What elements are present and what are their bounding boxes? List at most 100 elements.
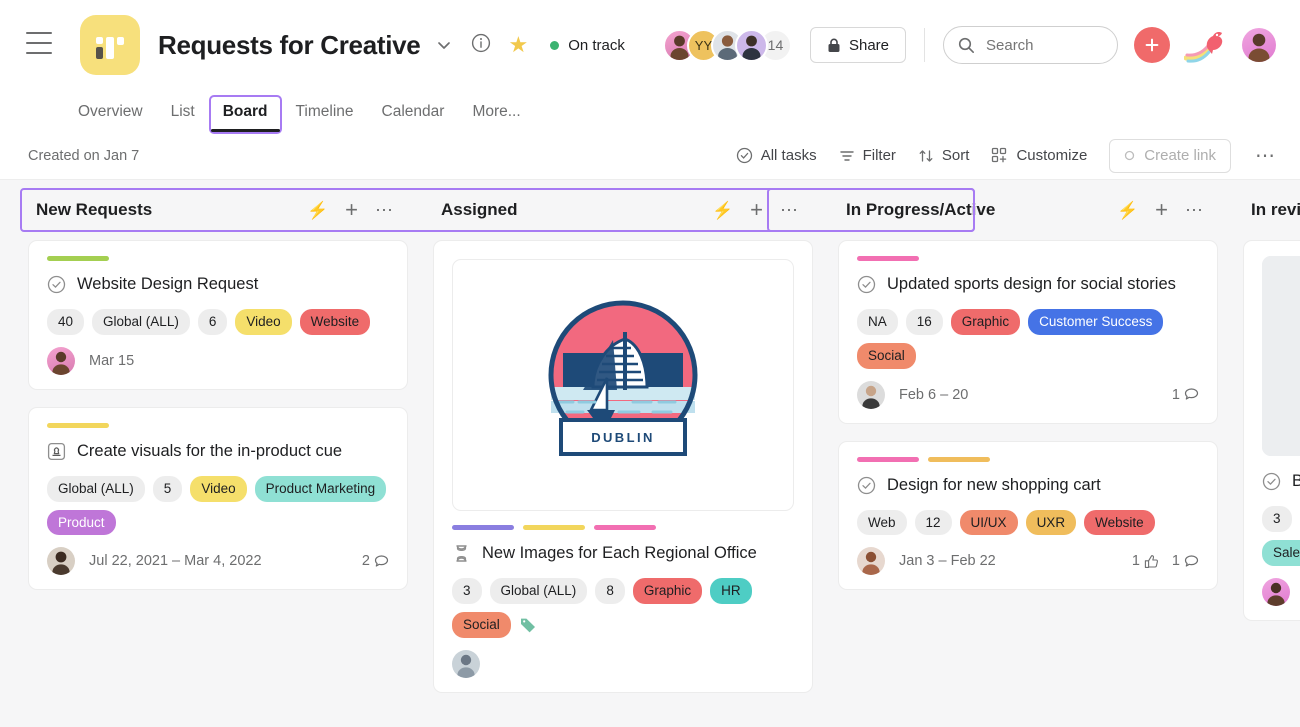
chip[interactable]: 3 xyxy=(452,578,482,604)
member-avatars[interactable]: YY 14 xyxy=(662,28,792,62)
create-link-button[interactable]: Create link xyxy=(1109,138,1231,173)
lightning-icon[interactable]: ⚡ xyxy=(712,202,733,219)
chip[interactable]: Graphic xyxy=(632,578,703,604)
share-button[interactable]: Share xyxy=(809,27,906,63)
chip[interactable]: HR xyxy=(710,578,752,604)
chip[interactable]: 8 xyxy=(595,578,625,604)
avatar[interactable] xyxy=(857,380,885,409)
check-circle-icon[interactable] xyxy=(857,476,876,495)
search-field[interactable] xyxy=(986,36,1096,54)
tag-icon[interactable] xyxy=(519,612,537,638)
task-card[interactable]: Create visuals for the in-product cue Gl… xyxy=(28,406,408,591)
star-icon[interactable]: ★ xyxy=(508,34,528,56)
column-header[interactable]: In review ⚡ + ⋯ xyxy=(1243,180,1300,240)
avatar[interactable] xyxy=(857,547,885,576)
status-badge[interactable]: On track xyxy=(550,37,625,54)
tab-list[interactable]: List xyxy=(171,103,195,132)
avatar[interactable] xyxy=(1242,28,1276,62)
chip[interactable]: Customer Success xyxy=(1028,309,1164,335)
comment-count[interactable]: 1 xyxy=(1172,553,1199,569)
chip[interactable]: 6 xyxy=(197,309,228,335)
add-task-icon[interactable]: + xyxy=(345,199,358,221)
chip[interactable]: Global (ALL) xyxy=(92,309,190,335)
tab-timeline[interactable]: Timeline xyxy=(296,103,354,132)
filter-button[interactable]: Filter xyxy=(839,147,896,164)
hamburger-icon[interactable] xyxy=(26,32,52,54)
chip[interactable]: 12 xyxy=(914,509,952,536)
lightning-icon[interactable]: ⚡ xyxy=(1117,202,1138,219)
all-tasks-button[interactable]: All tasks xyxy=(736,147,817,164)
chip[interactable]: Product xyxy=(47,509,116,536)
chip[interactable]: UI/UX xyxy=(959,509,1018,536)
color-bar xyxy=(857,256,919,261)
chip[interactable]: Product Marketing xyxy=(254,476,387,502)
info-circle-icon[interactable] xyxy=(470,32,492,59)
chip[interactable]: Video xyxy=(190,476,247,502)
like-count[interactable]: 1 xyxy=(1132,553,1159,569)
tab-calendar[interactable]: Calendar xyxy=(382,103,445,132)
column-header[interactable]: Assigned ⚡ + ⋯ xyxy=(433,180,813,240)
task-card[interactable]: Updated sports design for social stories… xyxy=(838,240,1218,424)
column-menu-icon[interactable]: ⋯ xyxy=(780,201,799,219)
chip[interactable]: NA xyxy=(857,309,898,335)
chip[interactable]: Global (ALL) xyxy=(47,476,145,502)
toolbar-more-button[interactable]: ⋯ xyxy=(1253,143,1278,168)
comment-icon xyxy=(374,555,389,567)
card-due-date[interactable]: Jan 3 – Feb 22 xyxy=(899,553,996,569)
chip[interactable]: Video xyxy=(235,309,292,335)
task-card[interactable]: Website Design Request 40 Global (ALL) 6… xyxy=(28,240,408,390)
task-card[interactable]: DUBLIN New Images for Each Regional Offi… xyxy=(433,240,813,693)
column-header[interactable]: New Requests ⚡ + ⋯ xyxy=(28,180,408,240)
chip[interactable]: 3 xyxy=(1262,506,1292,532)
comment-count[interactable]: 2 xyxy=(362,553,389,569)
avatar[interactable] xyxy=(1262,577,1290,606)
column-menu-icon[interactable]: ⋯ xyxy=(375,201,394,219)
customize-button[interactable]: Customize xyxy=(991,147,1087,164)
chip[interactable]: Website xyxy=(1084,509,1155,536)
avatar[interactable] xyxy=(452,649,480,678)
card-due-date[interactable]: Jul 22, 2021 – Mar 4, 2022 xyxy=(89,553,262,569)
avatar[interactable] xyxy=(47,547,75,576)
card-thumbnail[interactable]: DUBLIN xyxy=(452,259,794,511)
hourglass-icon[interactable] xyxy=(452,544,471,563)
card-due-date[interactable]: Feb 6 – 20 xyxy=(899,387,968,403)
tab-overview[interactable]: Overview xyxy=(78,103,143,132)
avatar[interactable] xyxy=(47,346,75,375)
comment-count[interactable]: 1 xyxy=(1172,387,1199,403)
chip[interactable]: Web xyxy=(857,509,907,536)
column-menu-icon[interactable]: ⋯ xyxy=(1185,201,1204,219)
chip[interactable]: 16 xyxy=(905,309,943,335)
add-task-icon[interactable]: + xyxy=(1155,199,1168,221)
quick-add-button[interactable] xyxy=(1134,27,1170,63)
card-due-date[interactable]: Mar 15 xyxy=(89,353,134,369)
search-input[interactable] xyxy=(943,26,1118,64)
chevron-down-icon[interactable] xyxy=(434,35,454,55)
chip[interactable]: UXR xyxy=(1025,509,1077,536)
chip[interactable]: 40 xyxy=(47,309,85,335)
share-label: Share xyxy=(848,36,889,54)
chip[interactable]: Sales/Channel xyxy=(1262,539,1300,566)
approval-stamp-icon[interactable] xyxy=(47,442,66,461)
tab-board[interactable]: Board xyxy=(208,95,282,134)
card-video-thumbnail[interactable] xyxy=(1262,256,1300,456)
check-circle-icon[interactable] xyxy=(47,275,66,294)
card-footer: Feb 6 – 20 1 xyxy=(857,380,1199,409)
unicorn-rainbow-icon[interactable] xyxy=(1183,25,1230,65)
add-task-icon[interactable]: + xyxy=(750,199,763,221)
avatar-initials: YY xyxy=(694,37,713,53)
chip[interactable]: Social xyxy=(452,611,511,638)
chip[interactable]: Graphic xyxy=(950,309,1021,335)
check-circle-icon[interactable] xyxy=(1262,472,1281,491)
sort-button[interactable]: Sort xyxy=(918,147,969,164)
lightning-icon[interactable]: ⚡ xyxy=(307,202,328,219)
chip[interactable]: Website xyxy=(299,309,371,335)
tab-more[interactable]: More... xyxy=(472,103,520,132)
task-card[interactable]: Design for new shopping cart Web 12 UI/U… xyxy=(838,440,1218,591)
check-circle-icon[interactable] xyxy=(857,275,876,294)
column-header[interactable]: In Progress/Active ⚡ + ⋯ xyxy=(838,180,1218,240)
task-card[interactable]: Beautify Culture Infographic 3 Global (A… xyxy=(1243,240,1300,621)
chip[interactable]: 5 xyxy=(152,476,183,502)
avatar[interactable] xyxy=(734,28,768,62)
chip[interactable]: Social xyxy=(857,342,916,369)
chip[interactable]: Global (ALL) xyxy=(489,578,588,604)
